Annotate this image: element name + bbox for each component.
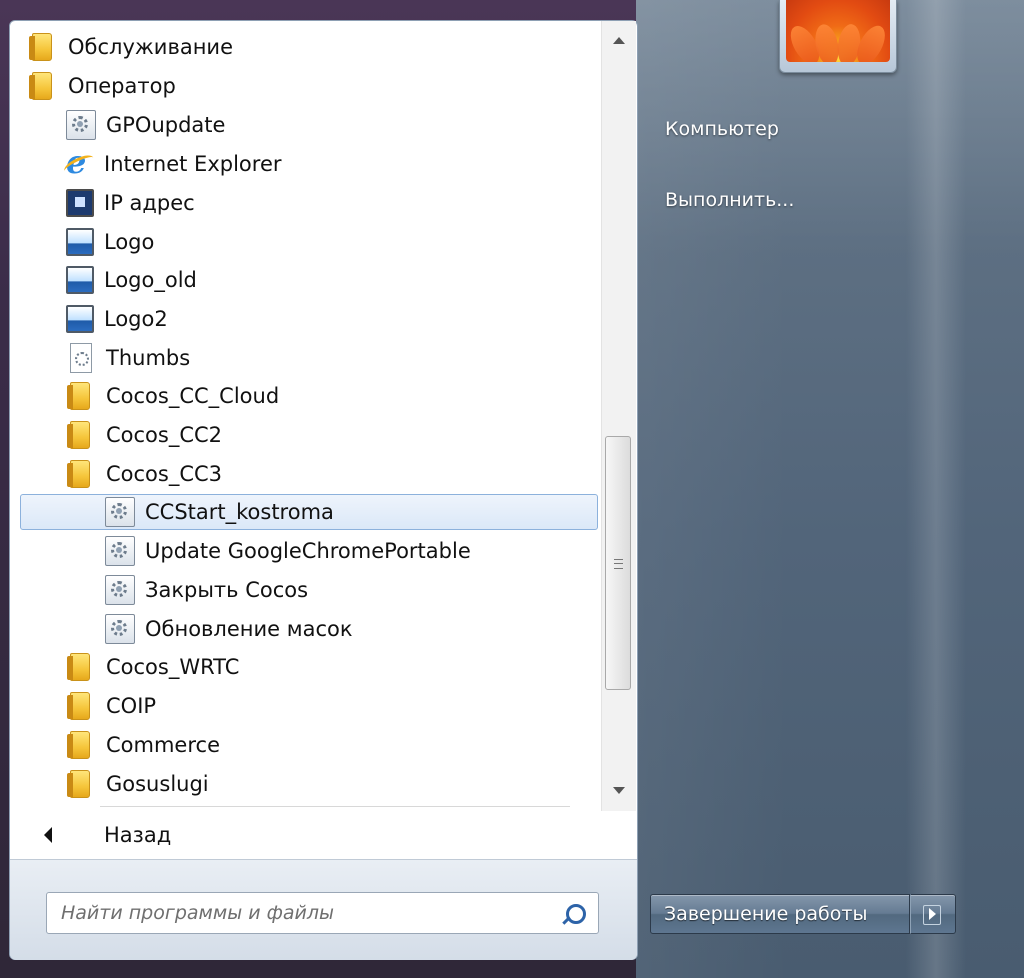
run-link[interactable]: Выполнить... <box>665 189 794 211</box>
list-item-label: GPOupdate <box>106 113 226 137</box>
list-item-label: Cocos_CC2 <box>106 423 223 447</box>
scroll-up-arrow-icon[interactable] <box>602 21 636 61</box>
folder-icon <box>67 653 90 681</box>
list-item[interactable]: IP адрес <box>66 185 586 221</box>
programs-scrollbar[interactable] <box>601 21 636 811</box>
list-item-label: Cocos_CC3 <box>106 462 223 486</box>
search-icon[interactable] <box>566 904 586 924</box>
list-item[interactable]: Logo <box>66 224 586 260</box>
list-item-label: COIP <box>106 694 157 718</box>
list-item[interactable]: Update GoogleChromePortable <box>105 533 585 569</box>
folder-icon <box>67 770 90 798</box>
list-item[interactable]: Logo2 <box>66 301 586 337</box>
list-item-label: IP адрес <box>104 191 195 215</box>
scroll-thumb[interactable] <box>605 436 631 690</box>
list-item[interactable]: GPOupdate <box>66 107 586 143</box>
list-item-label: Thumbs <box>106 346 191 370</box>
shortcut-icon <box>105 497 135 527</box>
shortcut-icon <box>105 575 135 605</box>
folder-icon <box>29 33 52 61</box>
list-item[interactable]: Logo_old <box>66 262 586 298</box>
image-icon <box>66 266 94 294</box>
shutdown-options-arrow-icon[interactable] <box>910 894 956 934</box>
folder-icon <box>67 460 90 488</box>
glass-streak <box>906 0 966 978</box>
shortcut-icon <box>66 110 96 140</box>
list-item[interactable]: COIP <box>66 688 586 724</box>
scroll-down-arrow-icon[interactable] <box>602 771 636 811</box>
programs-panel: Обслуживание Оператор GPOupdate Internet… <box>9 20 638 960</box>
list-item-label: Commerce <box>106 733 220 757</box>
list-item[interactable]: Обновление масок <box>105 611 585 647</box>
shutdown-button[interactable]: Завершение работы <box>650 894 910 934</box>
monitor-icon <box>66 189 94 217</box>
list-item[interactable]: Обслуживание <box>28 29 588 65</box>
folder-icon <box>67 731 90 759</box>
list-item-label: Cocos_CC_Cloud <box>106 384 280 408</box>
list-item[interactable]: Gosuslugi <box>66 766 586 802</box>
list-item-label: Update GoogleChromePortable <box>145 539 471 563</box>
shortcut-icon <box>105 536 135 566</box>
list-item[interactable]: Cocos_CC_Cloud <box>66 378 586 414</box>
list-item-label: Обслуживание <box>68 35 233 59</box>
list-item-label: Обновление масок <box>145 617 353 641</box>
back-label: Назад <box>104 823 172 847</box>
back-arrow-icon <box>44 827 52 843</box>
list-item[interactable]: Internet Explorer <box>66 142 586 182</box>
file-icon <box>70 343 92 373</box>
list-item-label: Logo <box>104 230 155 254</box>
list-item[interactable]: Cocos_CC3 <box>66 456 586 492</box>
list-item[interactable]: Commerce <box>66 727 586 763</box>
list-item-label: Закрыть Cocos <box>145 578 309 602</box>
list-item-label: CCStart_kostroma <box>145 500 334 524</box>
list-item[interactable]: Cocos_WRTC <box>66 649 586 685</box>
right-pane <box>636 0 1024 978</box>
list-item[interactable]: Thumbs <box>66 340 586 376</box>
list-item-label: Cocos_WRTC <box>106 655 240 679</box>
list-item-selected[interactable]: CCStart_kostroma <box>20 494 598 530</box>
shortcut-icon <box>105 614 135 644</box>
programs-list: Обслуживание Оператор GPOupdate Internet… <box>10 21 600 811</box>
list-item[interactable]: Оператор <box>28 68 588 104</box>
search-input[interactable] <box>46 892 599 934</box>
internet-explorer-icon <box>66 142 94 182</box>
computer-link[interactable]: Компьютер <box>665 118 779 140</box>
folder-icon <box>67 692 90 720</box>
list-item-label: Logo2 <box>104 307 168 331</box>
image-icon <box>66 305 94 333</box>
start-menu: Компьютер Выполнить... Завершение работы… <box>0 0 1024 978</box>
divider <box>100 806 570 807</box>
folder-icon <box>29 72 52 100</box>
user-picture-frame[interactable] <box>779 0 897 73</box>
folder-icon <box>67 382 90 410</box>
list-item-label: Logo_old <box>104 268 197 292</box>
list-item[interactable]: Cocos_CC2 <box>66 417 586 453</box>
list-item-label: Internet Explorer <box>104 152 282 176</box>
image-icon <box>66 228 94 256</box>
search-area <box>10 859 637 960</box>
list-item-label: Gosuslugi <box>106 772 209 796</box>
list-item-label: Оператор <box>68 74 176 98</box>
user-picture-flower-icon <box>786 0 890 62</box>
list-item[interactable]: Закрыть Cocos <box>105 572 585 608</box>
folder-icon <box>67 421 90 449</box>
